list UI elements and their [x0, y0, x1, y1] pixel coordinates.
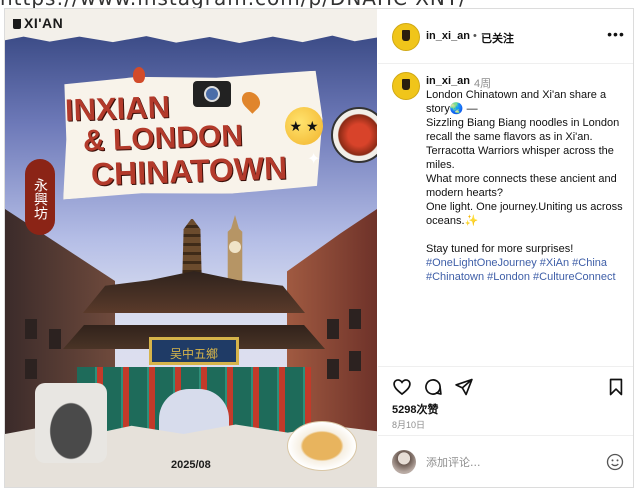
poster-title-line-3: CHINATOWN [90, 149, 288, 193]
heart-icon[interactable] [392, 377, 412, 397]
poster-date: 2025/08 [171, 459, 211, 471]
caption-line: Terracotta Warriors whisper across the m… [426, 145, 614, 171]
instagram-post-frame: 吴中五鄉 XI'AN INXIAN & LONDON CHINATOWN ★ ★… [4, 8, 634, 488]
post-image[interactable]: 吴中五鄉 XI'AN INXIAN & LONDON CHINATOWN ★ ★… [5, 9, 377, 487]
camera-icon [193, 81, 231, 107]
brand-text: XI'AN [24, 15, 64, 31]
gate-plaque: 吴中五鄉 [149, 337, 239, 365]
photographer-cutout [35, 383, 107, 463]
yongxingfang-seal: 永興坊 [25, 159, 55, 235]
brand-logo: XI'AN [13, 15, 63, 31]
following-button[interactable]: 已关注 [481, 30, 514, 46]
header-separator: • [473, 30, 477, 42]
caption-line: One light. One journey.Uniting us across… [426, 201, 623, 227]
post-date: 8月10日 [392, 420, 426, 430]
emoji-smile-icon[interactable] [605, 452, 625, 472]
paper-plane-icon[interactable] [454, 377, 474, 397]
caption-line: Sizzling Biang Biang noodles in London r… [426, 117, 620, 143]
caption-line: Stay tuned for more surprises! [426, 243, 574, 255]
comment-bubble-icon[interactable] [423, 377, 443, 397]
author-avatar[interactable] [392, 23, 420, 51]
post-side-panel: in_xi_an • 已关注 ••• in_xi_an 4周 London Ch… [378, 9, 633, 487]
noodle-bowl-image [331, 107, 377, 163]
roujiamo-plate-image [287, 421, 357, 471]
cup-icon [13, 19, 21, 29]
hashtags[interactable]: #OneLightOneJourney #XiAn #China #Chinat… [426, 256, 626, 284]
caption-text: London Chinatown and Xi'an share a story… [426, 88, 626, 284]
action-bar [378, 366, 633, 401]
current-user-avatar [392, 450, 416, 474]
caption-username[interactable]: in_xi_an [426, 75, 470, 87]
caption-section: in_xi_an 4周 London Chinatown and Xi'an s… [378, 64, 633, 366]
comment-input[interactable] [426, 452, 576, 472]
add-comment-bar [378, 435, 633, 487]
author-username[interactable]: in_xi_an [426, 30, 470, 42]
caption-line: What more connects these ancient and mod… [426, 173, 617, 199]
push-pin-icon [133, 67, 145, 83]
bookmark-icon[interactable] [606, 377, 626, 397]
post-header: in_xi_an • 已关注 ••• [378, 9, 633, 64]
more-horizontal-icon[interactable]: ••• [607, 25, 625, 43]
browser-url-fragment: https://www.instagram.com/p/DNAHC-XNT/ [0, 0, 640, 8]
caption-avatar[interactable] [392, 72, 420, 100]
sparkle-icon: ✦ [307, 151, 321, 168]
caption-line: London Chinatown and Xi'an share a story… [426, 89, 607, 115]
likes-count[interactable]: 5298次赞 [392, 401, 438, 417]
gate-roof-upper [83, 271, 305, 313]
starry-eyes-emoji-icon: ★ ★ [285, 107, 323, 145]
